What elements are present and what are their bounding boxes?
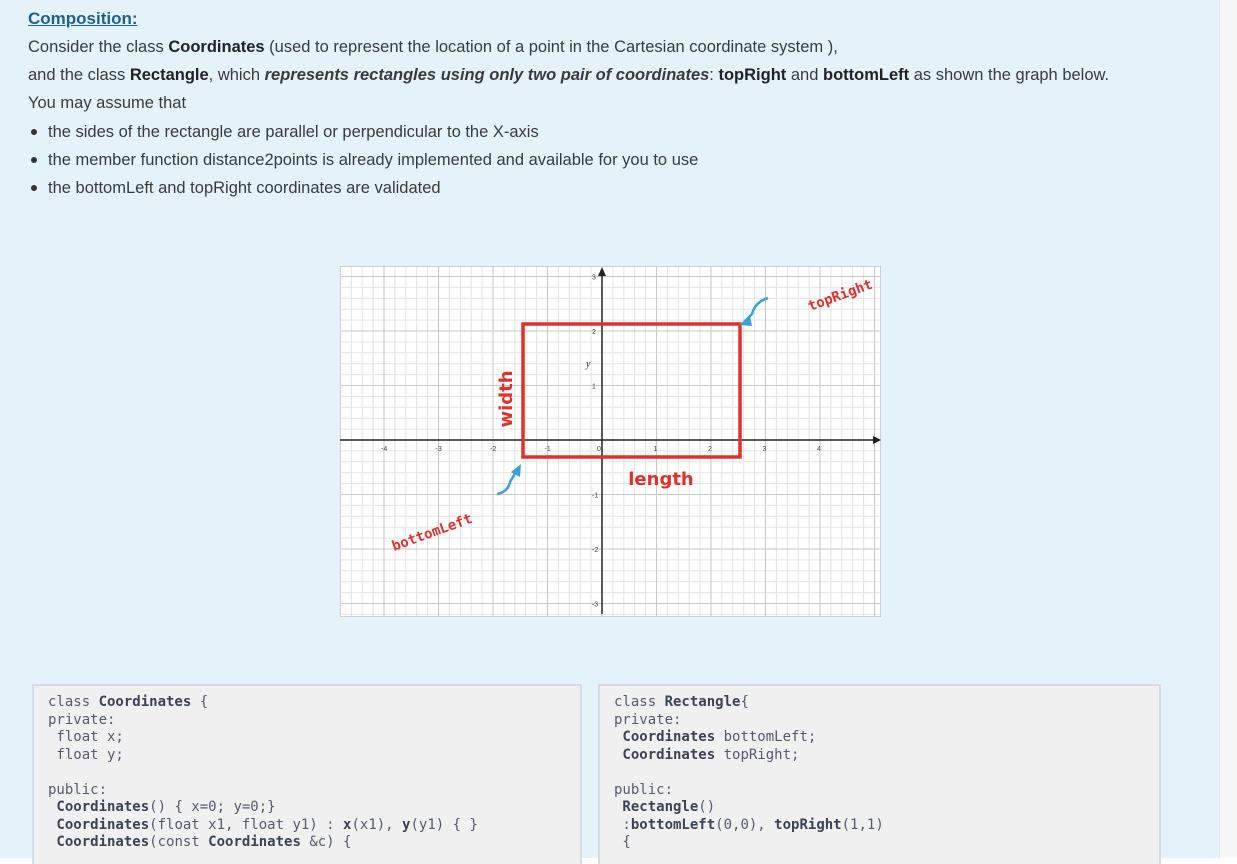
coordinates-code-block: class Coordinates { private: float x; fl… <box>32 684 582 864</box>
code-token: Rectangle <box>664 694 741 710</box>
y-tick-label: -1 <box>592 493 598 500</box>
x-tick-label: -3 <box>436 446 442 453</box>
code-token: (x1), <box>351 816 403 833</box>
code-token: Coordinates <box>48 816 150 833</box>
text: as shown the graph below. <box>909 66 1110 84</box>
code-line: float y; <box>48 746 124 763</box>
code-token: { <box>740 694 749 710</box>
text: (used to represent the location of a poi… <box>264 38 838 56</box>
code-token: () { x=0; y=0;} <box>149 799 276 815</box>
code-token: (0,0), <box>715 816 775 833</box>
x-tick-label: 2 <box>708 446 712 453</box>
code-line: Coordinates topRight; <box>614 747 1159 765</box>
rectangle-code-block: class Rectangle{ private: Coordinates bo… <box>598 684 1161 864</box>
text: , which <box>208 66 265 84</box>
x-tick-label: -1 <box>545 446 551 453</box>
assumption-list: the sides of the rectangle are parallel … <box>28 120 698 204</box>
y-tick-label: 2 <box>592 329 596 336</box>
list-item: the member function distance2points is a… <box>28 148 698 176</box>
length-label: length <box>628 469 694 490</box>
intro-line-3: You may assume that <box>28 94 187 112</box>
y-tick-label: 3 <box>592 275 596 282</box>
code-line: Coordinates(const Coordinates &c) { <box>48 834 580 852</box>
emphasis: represents rectangles using only two pai… <box>264 66 710 84</box>
code-token: Coordinates <box>208 834 301 850</box>
code-token: (const <box>149 834 209 850</box>
text: and the class <box>28 66 130 84</box>
code-token: (float x1, float y1) : <box>149 816 344 833</box>
code-line: :bottomLeft(0,0), topRight(1,1) <box>614 817 1159 835</box>
term: bottomLeft <box>822 66 910 84</box>
code-token: (y1) { } <box>410 816 478 833</box>
scroll-gutter <box>1219 0 1237 858</box>
y-tick-label: -3 <box>592 602 598 609</box>
code-token: class <box>614 694 665 710</box>
x-tick-label: -2 <box>490 446 496 453</box>
x-tick-label: 1 <box>654 446 658 453</box>
code-line: Rectangle() <box>614 799 1159 817</box>
code-token: () <box>698 799 716 815</box>
code-token: topRight <box>774 816 842 833</box>
code-line: { <box>614 834 631 850</box>
code-token: bottomLeft <box>630 816 716 833</box>
code-line: private: <box>614 711 682 728</box>
code-token: (1,1) <box>841 816 884 833</box>
y-axis-label: y <box>585 359 591 370</box>
code-line: public: <box>614 781 674 798</box>
code-line: Coordinates(float x1, float y1) : x(x1),… <box>48 817 580 835</box>
code-line: Coordinates() { x=0; y=0;} <box>48 799 580 817</box>
code-token: topRight; <box>715 746 800 763</box>
code-token: : <box>614 816 631 833</box>
intro-line-2: and the class Rectangle, which represent… <box>28 66 1109 85</box>
class-name: Rectangle <box>129 66 209 84</box>
y-tick-label: 1 <box>592 384 596 391</box>
code-line: class Rectangle{ <box>614 694 1159 712</box>
term: topRight <box>718 66 787 84</box>
list-item: the bottomLeft and topRight coordinates … <box>28 176 698 204</box>
text: Consider the class <box>28 38 169 56</box>
code-line: Coordinates bottomLeft; <box>614 729 1159 747</box>
code-token: class <box>48 694 99 710</box>
code-token: &c) { <box>300 834 352 850</box>
x-tick-label: 3 <box>763 446 767 453</box>
text: and <box>786 66 823 84</box>
code-line: public: <box>48 781 108 798</box>
code-line: class Coordinates { <box>48 694 580 712</box>
code-token: Coordinates <box>614 746 716 763</box>
x-tick-label: 4 <box>817 446 821 453</box>
diagram-frame <box>340 266 881 617</box>
code-token: Coordinates <box>48 834 150 850</box>
class-name: Coordinates <box>168 38 265 56</box>
code-token: { <box>191 694 209 710</box>
code-token: bottomLeft; <box>715 729 817 745</box>
code-line: float x; <box>48 729 124 745</box>
intro-line-1: Consider the class Coordinates (used to … <box>28 38 838 57</box>
y-tick-label: -2 <box>592 547 598 554</box>
code-token: Rectangle <box>614 799 699 815</box>
section-heading: Composition: <box>28 9 138 28</box>
code-token: Coordinates <box>48 799 150 815</box>
x-tick-label: -4 <box>381 446 387 453</box>
rectangle-diagram: -4 -3 -2 -1 0 1 2 3 4 321-1-2-3 y width length t… <box>340 266 881 617</box>
code-token: Coordinates <box>614 729 716 745</box>
code-line: private: <box>48 711 116 728</box>
list-item: the sides of the rectangle are parallel … <box>28 120 698 148</box>
x-tick-label: 0 <box>597 446 601 453</box>
width-label: width <box>496 370 517 427</box>
code-token: Coordinates <box>98 694 192 710</box>
